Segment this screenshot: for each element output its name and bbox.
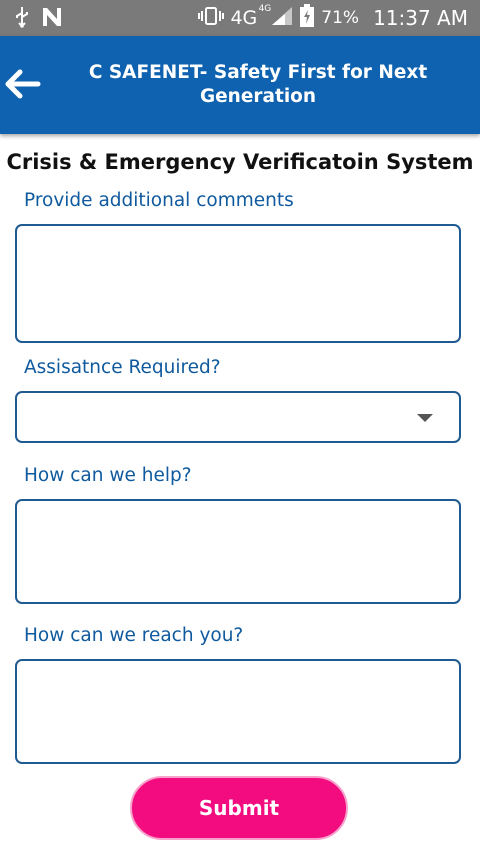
network-text: 4G (230, 7, 258, 29)
form-heading: Crisis & Emergency Verificatoin System (6, 150, 474, 174)
dropdown-arrow-icon (417, 414, 433, 422)
reach-label: How can we reach you? (24, 625, 244, 646)
assistance-label: Assisatnce Required? (24, 357, 221, 378)
status-right-icons: 4G 4G 71% 11:37 AM (198, 0, 468, 36)
battery-icon (299, 3, 315, 33)
back-arrow-icon[interactable] (4, 68, 42, 100)
app-title: C SAFENET- Safety First for Next Generat… (88, 62, 428, 107)
status-left-icons (14, 6, 64, 32)
assistance-dropdown[interactable] (15, 391, 461, 443)
usb-icon (14, 6, 30, 32)
reach-textarea[interactable] (15, 659, 461, 764)
clock: 11:37 AM (373, 6, 468, 30)
signal-icon (271, 6, 293, 31)
status-bar: 4G 4G 71% 11:37 AM (0, 0, 480, 36)
app-bar: C SAFENET- Safety First for Next Generat… (0, 36, 480, 134)
submit-button[interactable]: Submit (130, 776, 348, 840)
help-label: How can we help? (24, 465, 192, 486)
battery-percent: 71% (321, 8, 360, 28)
network-sup-text: 4G (258, 4, 272, 14)
n-notification-icon (40, 6, 64, 32)
network-type: 4G 4G (230, 4, 271, 29)
vibrate-icon (198, 6, 225, 31)
comments-textarea[interactable] (15, 224, 461, 343)
comments-label: Provide additional comments (24, 190, 294, 211)
help-textarea[interactable] (15, 499, 461, 604)
